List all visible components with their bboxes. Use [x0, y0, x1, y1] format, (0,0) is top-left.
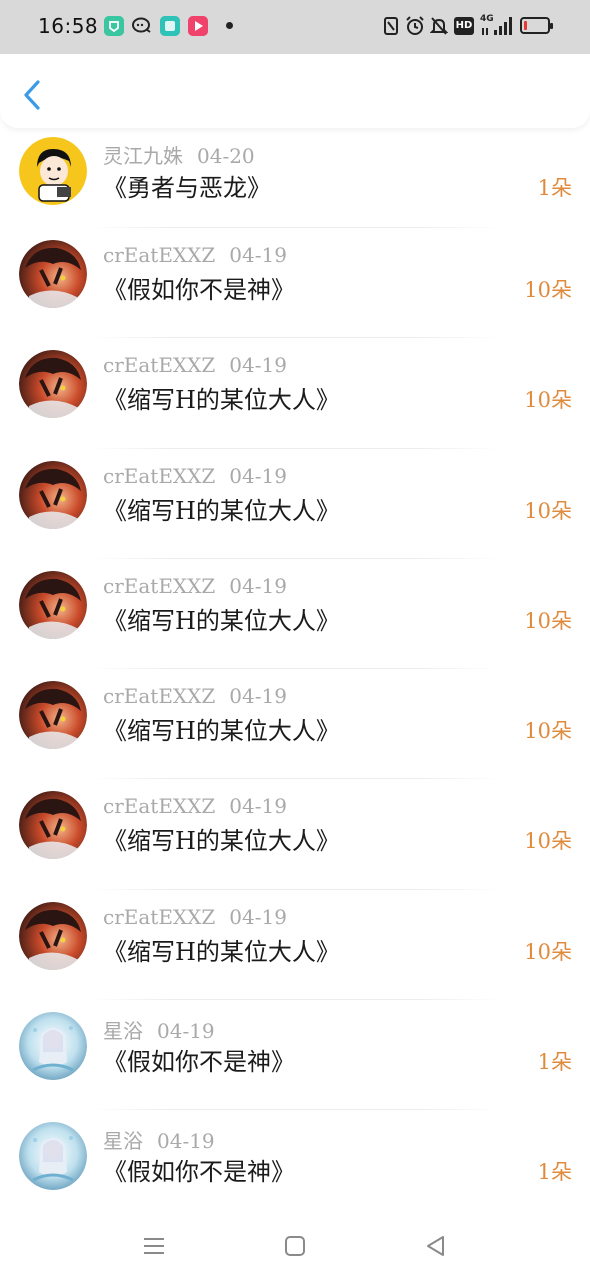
gift-amount: 1朵 — [537, 1050, 572, 1075]
app-teal-icon — [160, 16, 180, 36]
gift-amount: 10朵 — [524, 388, 572, 413]
record-meta: crEatEXXZ 04-19 — [103, 464, 287, 488]
work-title[interactable]: 《缩写H的某位大人》 — [103, 380, 340, 415]
record-date: 04-19 — [229, 353, 287, 378]
avatar[interactable] — [19, 1122, 87, 1191]
gift-amount: 10朵 — [524, 719, 572, 744]
mute-bell-icon — [430, 17, 448, 35]
user-name[interactable]: crEatEXXZ — [103, 574, 215, 598]
record-meta: crEatEXXZ 04-19 — [103, 794, 287, 818]
record-meta: crEatEXXZ 04-19 — [103, 574, 287, 598]
record-row[interactable]: crEatEXXZ 04-19 《假如你不是神》 10朵 — [0, 228, 590, 339]
record-row[interactable]: crEatEXXZ 04-19 《缩写H的某位大人》 10朵 — [0, 338, 590, 449]
avatar[interactable] — [19, 1012, 87, 1081]
user-name[interactable]: 星浴 — [103, 1129, 143, 1153]
avatar[interactable] — [19, 350, 87, 419]
record-meta: crEatEXXZ 04-19 — [103, 684, 287, 708]
record-date: 04-20 — [197, 144, 255, 168]
work-title[interactable]: 《缩写H的某位大人》 — [103, 932, 340, 967]
record-date: 04-19 — [229, 573, 287, 598]
home-square-icon[interactable] — [281, 1232, 309, 1260]
work-title[interactable]: 《缩写H的某位大人》 — [103, 491, 340, 526]
chat-icon — [131, 16, 151, 36]
user-name[interactable]: crEatEXXZ — [103, 243, 215, 267]
record-date: 04-19 — [229, 243, 287, 267]
status-bar: 16:58 HD 4G — [0, 0, 590, 54]
user-name[interactable]: crEatEXXZ — [103, 464, 215, 488]
gift-amount: 10朵 — [524, 498, 572, 523]
gift-amount: 10朵 — [524, 939, 572, 964]
work-title[interactable]: 《缩写H的某位大人》 — [103, 821, 340, 856]
app-green-icon — [104, 16, 124, 36]
gift-amount: 10朵 — [524, 608, 572, 633]
user-name[interactable]: 星浴 — [103, 1019, 143, 1043]
record-row[interactable]: 星浴 04-19 《假如你不是神》 1朵 — [0, 1110, 590, 1221]
record-date: 04-19 — [229, 463, 287, 488]
avatar[interactable] — [19, 901, 87, 970]
record-row[interactable]: crEatEXXZ 04-19 《缩写H的某位大人》 10朵 — [0, 669, 590, 780]
work-title[interactable]: 《缩写H的某位大人》 — [103, 711, 340, 746]
record-date: 04-19 — [229, 794, 287, 819]
avatar[interactable] — [19, 681, 87, 750]
user-name[interactable]: crEatEXXZ — [103, 794, 215, 818]
nfc-icon — [384, 17, 398, 35]
work-title[interactable]: 《缩写H的某位大人》 — [103, 601, 340, 636]
gift-amount: 1朵 — [537, 1160, 572, 1185]
status-time: 16:58 — [38, 14, 99, 38]
record-row[interactable]: crEatEXXZ 04-19 《缩写H的某位大人》 10朵 — [0, 449, 590, 559]
avatar[interactable] — [19, 570, 87, 639]
avatar[interactable] — [19, 791, 87, 860]
record-date: 04-19 — [229, 904, 287, 929]
dot-icon — [226, 22, 233, 29]
record-row[interactable]: crEatEXXZ 04-19 《缩写H的某位大人》 10朵 — [0, 890, 590, 1001]
avatar[interactable] — [19, 240, 87, 308]
record-row[interactable]: crEatEXXZ 04-19 《缩写H的某位大人》 10朵 — [0, 779, 590, 890]
work-title[interactable]: 《假如你不是神》 — [103, 1042, 295, 1077]
alarm-icon — [406, 16, 424, 35]
avatar[interactable] — [19, 460, 87, 529]
header — [0, 54, 590, 128]
record-meta: 星浴 04-19 — [103, 1125, 215, 1154]
work-title[interactable]: 《假如你不是神》 — [103, 270, 295, 305]
gift-amount: 10朵 — [524, 278, 572, 302]
work-title[interactable]: 《假如你不是神》 — [103, 1152, 295, 1187]
chevron-left-icon[interactable] — [18, 78, 46, 112]
user-name[interactable]: crEatEXXZ — [103, 905, 215, 929]
gift-amount: 10朵 — [524, 829, 572, 854]
record-meta: crEatEXXZ 04-19 — [103, 243, 287, 267]
record-meta: crEatEXXZ 04-19 — [103, 905, 287, 929]
record-date: 04-19 — [157, 1129, 215, 1154]
hd-icon: HD — [454, 17, 474, 35]
record-row[interactable]: 星浴 04-19 《假如你不是神》 1朵 — [0, 1000, 590, 1111]
work-title[interactable]: 《勇者与恶龙》 — [103, 168, 271, 203]
record-date: 04-19 — [157, 1019, 215, 1044]
avatar[interactable] — [19, 137, 87, 205]
record-date: 04-19 — [229, 684, 287, 709]
record-row[interactable]: crEatEXXZ 04-19 《缩写H的某位大人》 10朵 — [0, 559, 590, 670]
record-meta: 星浴 04-19 — [103, 1015, 215, 1044]
record-meta: crEatEXXZ 04-19 — [103, 353, 287, 377]
battery-icon — [520, 17, 553, 34]
menu-icon[interactable] — [140, 1232, 168, 1260]
user-name[interactable]: 灵江九姝 — [103, 144, 183, 168]
user-name[interactable]: crEatEXXZ — [103, 353, 215, 377]
gift-record-list: 灵江九姝 04-20 《勇者与恶龙》 1朵 crEatEXXZ 04-19 《假如你不是神》… — [0, 128, 590, 1221]
signal-4g-icon: 4G — [480, 14, 514, 38]
gift-amount: 1朵 — [537, 176, 572, 200]
video-app-icon — [188, 16, 208, 36]
back-triangle-icon[interactable] — [422, 1232, 450, 1260]
navigation-bar — [0, 1212, 590, 1280]
user-name[interactable]: crEatEXXZ — [103, 684, 215, 708]
record-row[interactable]: 灵江九姝 04-20 《勇者与恶龙》 1朵 — [0, 128, 590, 228]
record-meta: 灵江九姝 04-20 — [103, 140, 255, 169]
